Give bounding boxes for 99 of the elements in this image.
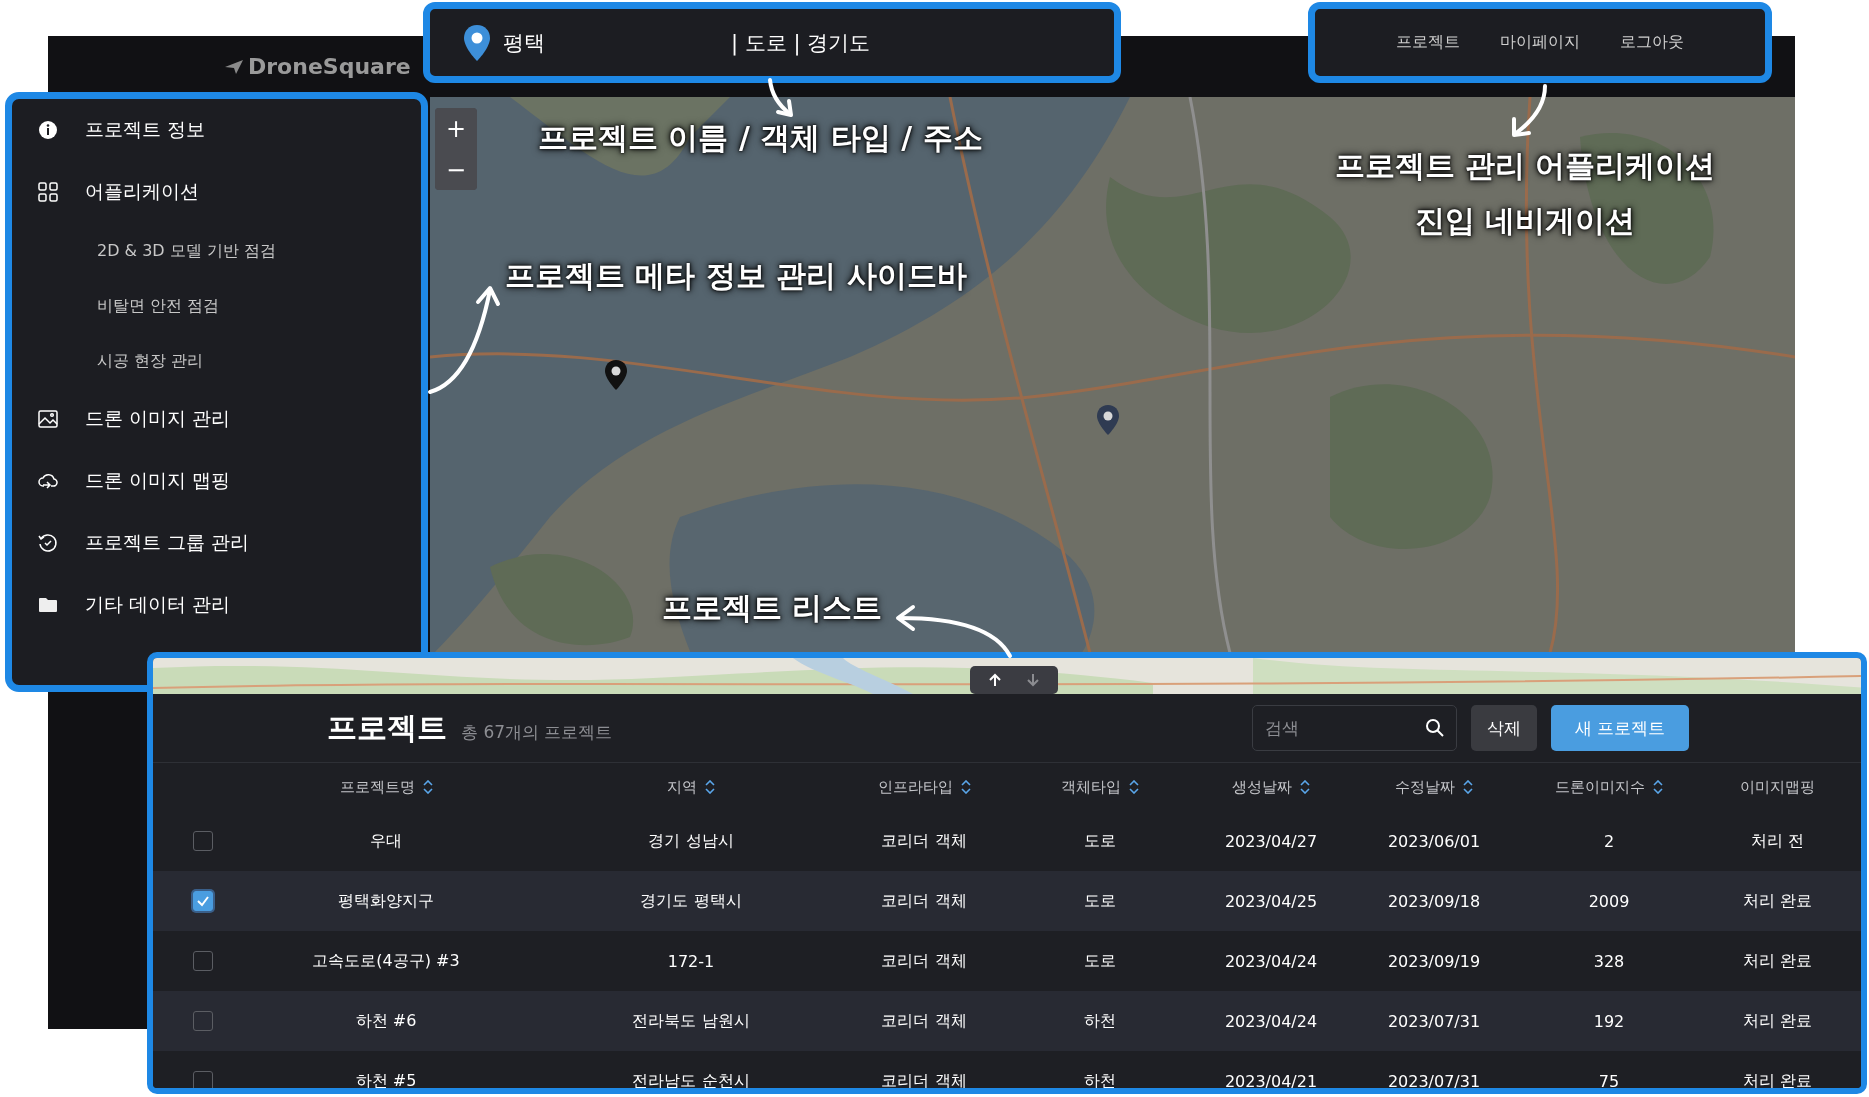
- checkbox[interactable]: [192, 891, 213, 911]
- column-header[interactable]: 수정날짜: [1395, 777, 1473, 797]
- table-cell: 코리더 객체: [881, 1070, 967, 1088]
- table-cell: 하천 #5: [355, 1070, 417, 1088]
- table-cell: 코리더 객체: [881, 950, 967, 972]
- table-cell: 75: [1598, 1071, 1620, 1088]
- cloud-arrow-icon: [38, 471, 58, 491]
- project-name: 평택: [503, 29, 546, 57]
- table-cell: 코리더 객체: [881, 1010, 967, 1032]
- table-cell: 처리 완료: [1742, 1070, 1813, 1088]
- table-cell: 2023/04/25: [1224, 891, 1318, 911]
- callout-label: 프로젝트 메타 정보 관리 사이드바: [505, 257, 967, 295]
- column-header[interactable]: 객체타입: [1061, 777, 1139, 797]
- nav-link[interactable]: 로그아웃: [1620, 32, 1684, 53]
- table-cell: 전라북도 남원시: [632, 1010, 750, 1032]
- sidebar-subitem[interactable]: 시공 현장 관리: [12, 333, 421, 388]
- table-cell: 처리 완료: [1742, 1010, 1813, 1032]
- history-icon: [38, 533, 58, 553]
- table-cell: 전라남도 순천시: [632, 1070, 750, 1088]
- location-pin-icon: [463, 23, 491, 62]
- info-icon: [38, 120, 58, 140]
- table-cell: 처리 전: [1750, 830, 1805, 852]
- grid-icon: [38, 182, 58, 202]
- sidebar-item[interactable]: 어플리케이션: [12, 161, 421, 223]
- table-cell: 2009: [1588, 891, 1630, 911]
- table-cell: 2023/04/24: [1224, 1011, 1318, 1031]
- sort-icon: [1653, 780, 1663, 794]
- column-header[interactable]: 인프라타입: [877, 777, 971, 797]
- sidebar-subitem[interactable]: 비탈면 안전 점검: [12, 278, 421, 333]
- column-header[interactable]: 지역: [667, 777, 715, 797]
- sort-icon: [422, 780, 433, 794]
- table-cell: 2023/06/01: [1387, 831, 1481, 851]
- folder-icon: [38, 595, 58, 615]
- callout-label: 프로젝트 리스트: [662, 589, 883, 627]
- table-cell: 도로: [1084, 830, 1116, 852]
- table-cell: 도로: [1084, 950, 1116, 972]
- table-cell: 172-1: [667, 951, 715, 971]
- sidebar-item[interactable]: 드론 이미지 관리: [12, 388, 421, 450]
- search-field[interactable]: 검색: [1251, 705, 1457, 751]
- table-cell: 2023/09/18: [1387, 891, 1481, 911]
- table-cell: 2: [1603, 831, 1615, 851]
- table-cell: 2023/07/31: [1387, 1011, 1481, 1031]
- callout-label: 프로젝트 이름 / 객체 타입 / 주소: [538, 119, 983, 157]
- table-cell: 192: [1593, 1011, 1625, 1031]
- sidebar-item[interactable]: 프로젝트 정보: [12, 99, 421, 161]
- nav-link[interactable]: 마이페이지: [1500, 32, 1580, 53]
- nav-link[interactable]: 프로젝트: [1396, 32, 1460, 53]
- checkbox[interactable]: [192, 1071, 213, 1088]
- search-icon: [1424, 718, 1445, 738]
- sort-icon: [1300, 780, 1310, 794]
- logo-icon: [224, 58, 244, 75]
- table-cell: 처리 완료: [1742, 950, 1813, 972]
- checkbox[interactable]: [192, 831, 213, 851]
- table-cell: 2023/04/21: [1224, 1071, 1318, 1088]
- table-cell: 328: [1593, 951, 1625, 971]
- table-cell: 코리더 객체: [881, 890, 967, 912]
- table-cell: 평택화양지구: [338, 890, 434, 912]
- table-cell: 고속도로(4공구) #3: [312, 950, 460, 972]
- table-cell: 도로: [1084, 890, 1116, 912]
- table-cell: 우대: [370, 830, 402, 852]
- project-details: | 도로 | 경기도: [731, 29, 871, 57]
- table-cell: 2023/04/27: [1224, 831, 1318, 851]
- table-cell: 경기도 평택시: [640, 890, 742, 912]
- sidebar-item[interactable]: 기타 데이터 관리: [12, 574, 421, 636]
- list-title: 프로젝트: [327, 708, 447, 747]
- arrow-up-icon: [988, 673, 1002, 687]
- table-cell: 2023/07/31: [1387, 1071, 1481, 1088]
- arrow-down-icon: [1026, 673, 1040, 687]
- callout-arrow: [768, 78, 793, 117]
- sort-icon: [960, 780, 971, 794]
- sidebar-item[interactable]: 프로젝트 그룹 관리: [12, 512, 421, 574]
- sidebar-item[interactable]: 드론 이미지 맵핑: [12, 450, 421, 512]
- table-cell: 2023/09/19: [1387, 951, 1481, 971]
- map-pin-icon: [604, 359, 628, 391]
- table-cell: 하천: [1084, 1070, 1116, 1088]
- callout-label: 프로젝트 관리 어플리케이션 진입 네비게이션: [1333, 147, 1717, 240]
- table-cell: 처리 완료: [1742, 890, 1813, 912]
- logo-text: DroneSquare: [248, 54, 411, 79]
- checkbox[interactable]: [192, 1011, 213, 1031]
- table-cell: 경기 성남시: [648, 830, 734, 852]
- sort-icon: [1463, 780, 1473, 794]
- sort-icon: [705, 780, 715, 794]
- delete-button[interactable]: 삭제: [1470, 705, 1537, 751]
- table-cell: 2023/04/24: [1224, 951, 1318, 971]
- column-header[interactable]: 드론이미지수: [1555, 777, 1663, 797]
- callout-arrow: [1512, 84, 1547, 137]
- column-header[interactable]: 생성날짜: [1232, 777, 1310, 797]
- sort-icon: [1129, 780, 1139, 794]
- image-icon: [38, 409, 58, 429]
- table-cell: 하천: [1084, 1010, 1116, 1032]
- project-count: 총 67개의 프로젝트: [461, 720, 613, 744]
- sidebar-subitem[interactable]: 2D & 3D 모델 기반 점검: [12, 223, 421, 278]
- map-pin-icon: [1096, 404, 1120, 436]
- check-icon: [195, 894, 210, 908]
- table-cell: 하천 #6: [355, 1010, 417, 1032]
- column-header[interactable]: 이미지맵핑: [1740, 777, 1815, 797]
- column-header[interactable]: 프로젝트명: [339, 777, 433, 797]
- checkbox[interactable]: [192, 951, 213, 971]
- table-cell: 코리더 객체: [881, 830, 967, 852]
